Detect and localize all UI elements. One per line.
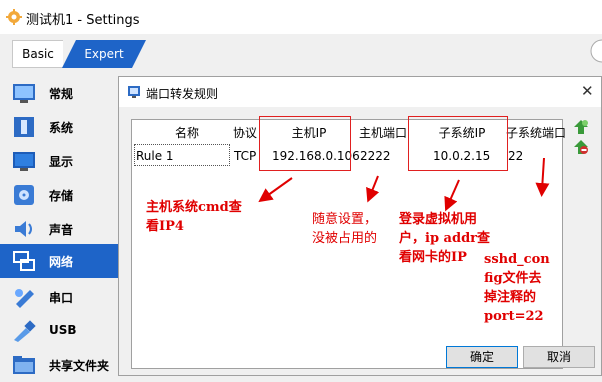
annotation-guest-port-note: sshd_con fig文件去 掉注释的 port=22 [484,250,550,326]
note-line: sshd_con [484,252,550,267]
note-line: 户，ip addr查 [399,231,491,246]
note-line: 掉注释的 [484,290,537,305]
annotation-host-ip-note: 主机系统cmd查 看IP4 [146,198,242,236]
note-line: port=22 [484,309,544,324]
note-line: 主机系统cmd查 [146,200,242,215]
note-line: 看网卡的IP [399,250,467,265]
note-line: 随意设置， [312,212,378,227]
note-line: 没被占用的 [312,231,378,246]
note-line: 登录虚拟机用 [399,212,478,227]
note-line: 看IP4 [146,219,184,234]
annotation-guest-ip-note: 登录虚拟机用 户，ip addr查 看网卡的IP [399,210,490,267]
annotation-host-port-note: 随意设置， 没被占用的 [312,210,377,248]
note-line: fig文件去 [484,271,542,286]
